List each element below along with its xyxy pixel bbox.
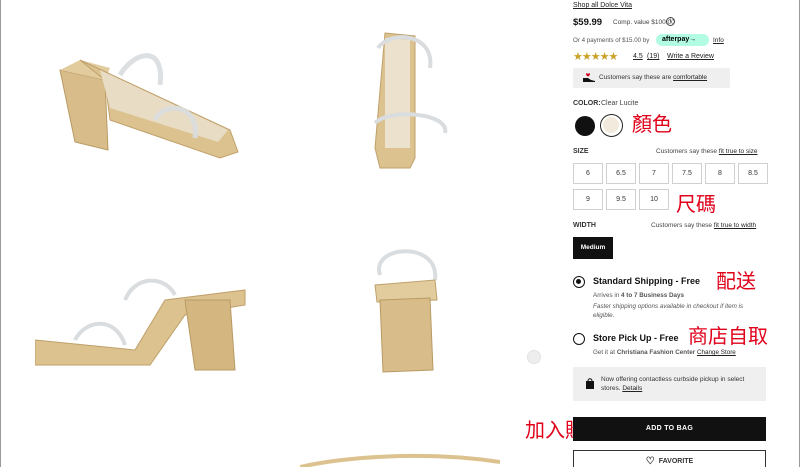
shoe-heart-icon [583, 73, 595, 82]
rating-stars-icon: ★★★★★ [573, 51, 618, 63]
size-option[interactable]: 10 [639, 189, 669, 210]
size-option[interactable]: 9.5 [606, 189, 636, 210]
size-option[interactable]: 7.5 [672, 163, 702, 184]
arrives-prefix: Arrives in [593, 292, 620, 299]
product-photo-front[interactable] [370, 28, 460, 173]
size-option[interactable]: 6 [573, 163, 603, 184]
rating-value[interactable]: 4.5 [633, 53, 643, 60]
color-value: Clear Lucite [601, 100, 639, 107]
product-photo-side[interactable] [35, 270, 255, 380]
store-pickup-radio[interactable] [573, 333, 585, 345]
width-fit-link[interactable]: fit true to width [714, 222, 756, 229]
shop-brand-link[interactable]: Shop all Dolce Vita [573, 2, 632, 9]
product-photo-partial[interactable] [300, 450, 500, 467]
store-pickup-title[interactable]: Store Pick Up - Free [593, 333, 679, 343]
shipping-note: Faster shipping options available in che… [593, 303, 744, 319]
standard-shipping-title[interactable]: Standard Shipping - Free [593, 276, 700, 286]
product-details-panel: Shop all Dolce Vita $59.99 Comp. value $… [573, 0, 768, 467]
add-to-bag-button[interactable]: ADD TO BAG [573, 417, 766, 441]
price: $59.99 [573, 17, 603, 28]
afterpay-text: Or 4 payments of $15.00 by [573, 37, 650, 44]
color-label: COLOR: [573, 100, 601, 107]
size-option[interactable]: 6.5 [606, 163, 636, 184]
favorite-label: FAVORITE [658, 458, 694, 465]
curbside-banner: Now offering contactless curbside pickup… [573, 367, 766, 401]
product-photo-back[interactable] [365, 240, 450, 375]
swatch-clear-lucite[interactable] [600, 114, 623, 137]
change-store-link[interactable]: Change Store [697, 349, 736, 356]
review-count[interactable]: (19) [647, 53, 659, 60]
size-fit-text: Customers say these [656, 148, 718, 155]
favorite-button[interactable]: ♡ FAVORITE [573, 450, 766, 467]
info-icon[interactable]: i [666, 17, 675, 26]
afterpay-info-link[interactable]: Info [713, 37, 724, 44]
size-option[interactable]: 8 [705, 163, 735, 184]
comfort-banner: Customers say these are comfortable [573, 68, 730, 88]
pickup-prefix: Get it at [593, 349, 616, 356]
arrives-days: 4 to 7 Business Days [621, 292, 684, 299]
gallery-next-dot[interactable] [527, 350, 541, 364]
comfort-link[interactable]: comfortable [673, 74, 707, 81]
width-option-selected[interactable]: Medium [573, 237, 613, 259]
size-option[interactable]: 7 [639, 163, 669, 184]
product-photo-angle[interactable] [50, 30, 250, 170]
comfort-text: Customers say these are [599, 74, 672, 81]
width-fit-text: Customers say these [651, 222, 713, 229]
width-label: WIDTH [573, 222, 596, 229]
swatch-black[interactable] [575, 116, 595, 136]
size-option[interactable]: 8.5 [738, 163, 768, 184]
standard-shipping-radio[interactable] [573, 276, 585, 288]
shopping-bag-icon [586, 378, 594, 389]
heart-icon: ♡ [645, 456, 655, 467]
afterpay-logo: afterpay→ [656, 34, 709, 46]
product-gallery [0, 0, 548, 467]
pickup-store: Christiana Fashion Center [616, 349, 696, 356]
curbside-details-link[interactable]: Details [622, 385, 642, 392]
size-label: SIZE [573, 148, 589, 155]
size-option[interactable]: 9 [573, 189, 603, 210]
write-review-link[interactable]: Write a Review [667, 53, 714, 60]
size-fit-link[interactable]: fit true to size [719, 148, 758, 155]
